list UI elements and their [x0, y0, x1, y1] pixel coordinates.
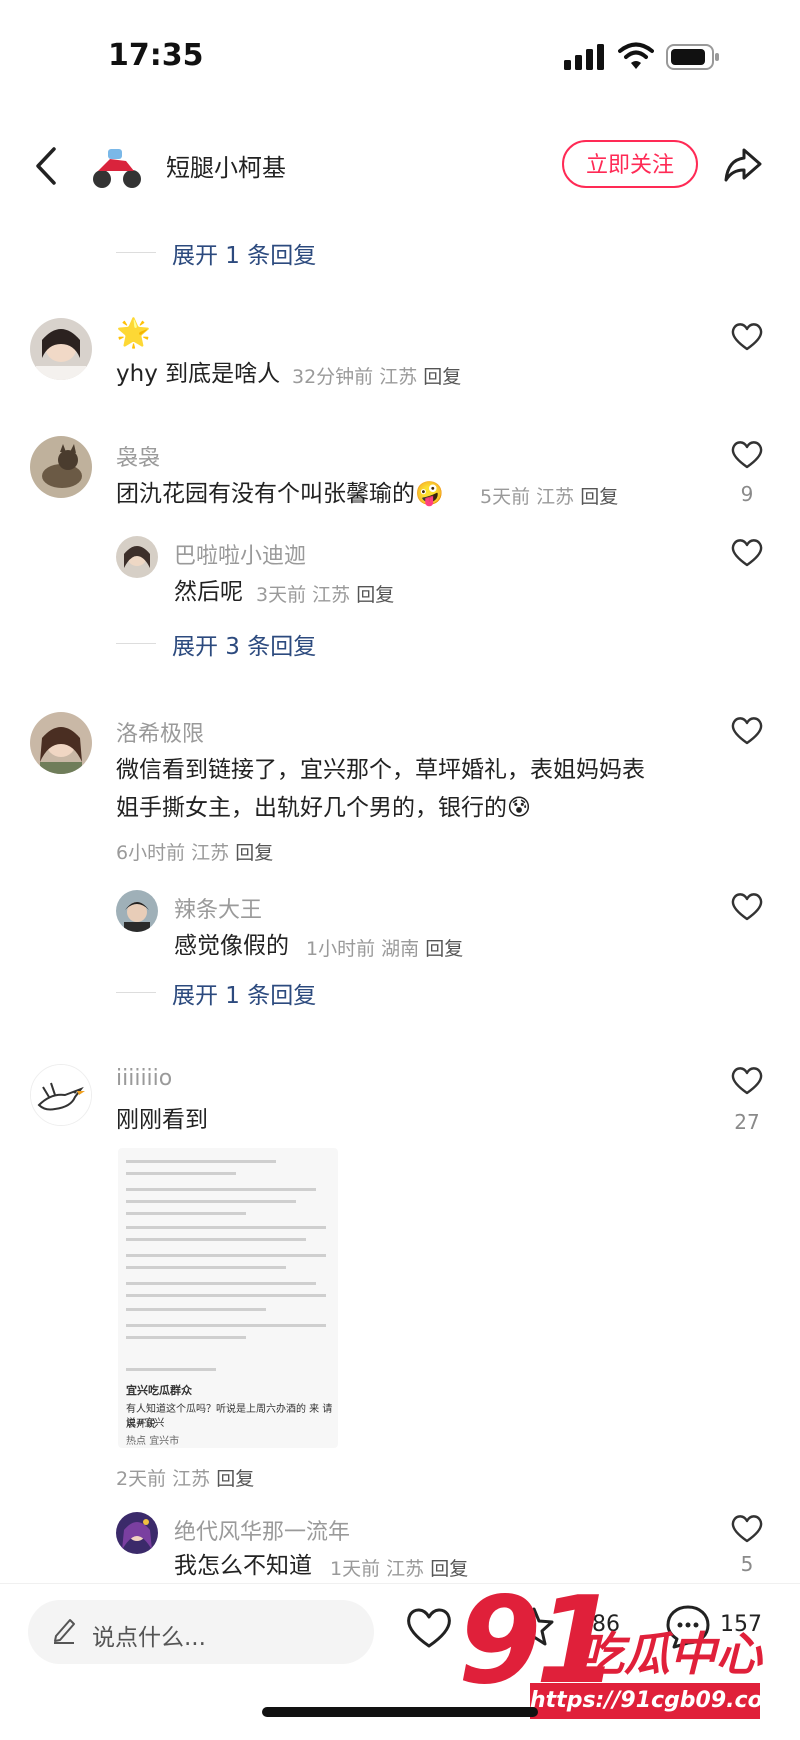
comment-username[interactable]: 袅袅: [116, 440, 160, 472]
image-tag: 热点 宜兴市: [126, 1436, 180, 1447]
avatar[interactable]: [30, 436, 92, 498]
author-avatar[interactable]: [88, 137, 144, 193]
avatar[interactable]: [116, 1512, 158, 1554]
comment-image[interactable]: 宜兴吃瓜群众 有人知道这个瓜吗？听说是上周六办酒的 来 请展开说 说#宜兴 热点…: [118, 1148, 338, 1448]
reply-button[interactable]: 回复: [580, 486, 618, 508]
reply-text: 然后呢: [174, 579, 243, 605]
comment-meta: 32分钟前 江苏 回复: [292, 366, 462, 388]
reply-button[interactable]: 回复: [356, 584, 394, 606]
reply-username[interactable]: 辣条大王: [174, 892, 262, 924]
reply-meta: 1小时前 湖南 回复: [306, 938, 464, 960]
reply-meta: 3天前 江苏 回复: [256, 584, 395, 606]
home-indicator: [262, 1707, 538, 1717]
reply-meta: 1天前 江苏 回复: [330, 1558, 469, 1580]
watermark-url: https://91cgb09.com: [530, 1683, 786, 1719]
like-count: 5: [740, 1552, 754, 1576]
reply-text: 感觉像假的: [174, 933, 289, 959]
avatar[interactable]: [30, 318, 92, 380]
comment-emoji: 🌟: [116, 316, 151, 349]
comment-text: yhy 到底是啥人: [116, 361, 281, 387]
back-icon[interactable]: [30, 145, 60, 187]
comment-text-line1: 微信看到链接了，宜兴那个，草坪婚礼，表姐妈妈表: [116, 757, 645, 783]
comment-meta: 5天前 江苏 回复: [480, 486, 619, 508]
comment-meta: 2天前 江苏 回复: [116, 1468, 255, 1490]
pen-icon: [54, 1619, 75, 1644]
like-count: 9: [740, 482, 754, 506]
battery-icon: [666, 44, 719, 70]
comment-username[interactable]: 洛希极限: [116, 716, 204, 748]
like-icon[interactable]: [730, 1512, 764, 1544]
watermark-logo-text: 吃瓜中心: [578, 1627, 762, 1681]
author-name[interactable]: 短腿小柯基: [166, 148, 286, 183]
avatar[interactable]: [116, 536, 158, 578]
avatar[interactable]: [30, 1064, 92, 1126]
like-icon[interactable]: [730, 438, 764, 470]
reply-button[interactable]: 回复: [216, 1468, 254, 1490]
like-icon[interactable]: [730, 714, 764, 746]
reply-button[interactable]: 回复: [423, 366, 461, 388]
reply-username[interactable]: 巴啦啦小迪迦: [174, 538, 306, 570]
image-line2: 说#宜兴: [126, 1418, 165, 1429]
like-icon[interactable]: [730, 890, 764, 922]
status-time: 17:35: [108, 38, 204, 73]
expand-divider: [116, 252, 156, 253]
expand-replies-link[interactable]: 展开 3 条回复: [172, 627, 316, 661]
signal-icon: [564, 44, 604, 70]
image-title: 宜兴吃瓜群众: [126, 1384, 192, 1397]
like-icon[interactable]: [730, 320, 764, 352]
expand-replies-link[interactable]: 展开 1 条回复: [172, 236, 316, 270]
reply-username[interactable]: 绝代风华那一流年: [174, 1514, 350, 1546]
expand-divider: [116, 992, 156, 993]
like-icon[interactable]: [730, 1064, 764, 1096]
like-icon[interactable]: [730, 536, 764, 568]
expand-replies-link[interactable]: 展开 1 条回复: [172, 976, 316, 1010]
reply-text: 我怎么不知道: [174, 1553, 312, 1579]
avatar[interactable]: [30, 712, 92, 774]
wifi-icon: [618, 42, 654, 69]
avatar[interactable]: [116, 890, 158, 932]
comment-meta: 6小时前 江苏 回复: [116, 842, 274, 864]
expand-divider: [116, 643, 156, 644]
comment-username[interactable]: iiiiiiio: [116, 1066, 172, 1091]
comment-text: 刚刚看到: [116, 1107, 208, 1133]
share-icon[interactable]: [722, 146, 764, 186]
comment-input-placeholder[interactable]: 说点什么...: [92, 1618, 206, 1652]
like-post-icon[interactable]: [404, 1604, 454, 1650]
follow-button[interactable]: 立即关注: [562, 140, 698, 188]
reply-button[interactable]: 回复: [425, 938, 463, 960]
like-count: 27: [734, 1110, 760, 1134]
comment-text: 团氿花园有没有个叫张馨瑜的🤪: [116, 481, 444, 507]
reply-button[interactable]: 回复: [235, 842, 273, 864]
comment-text-line2: 姐手撕女主，出轨好几个男的，银行的😰: [116, 795, 531, 821]
